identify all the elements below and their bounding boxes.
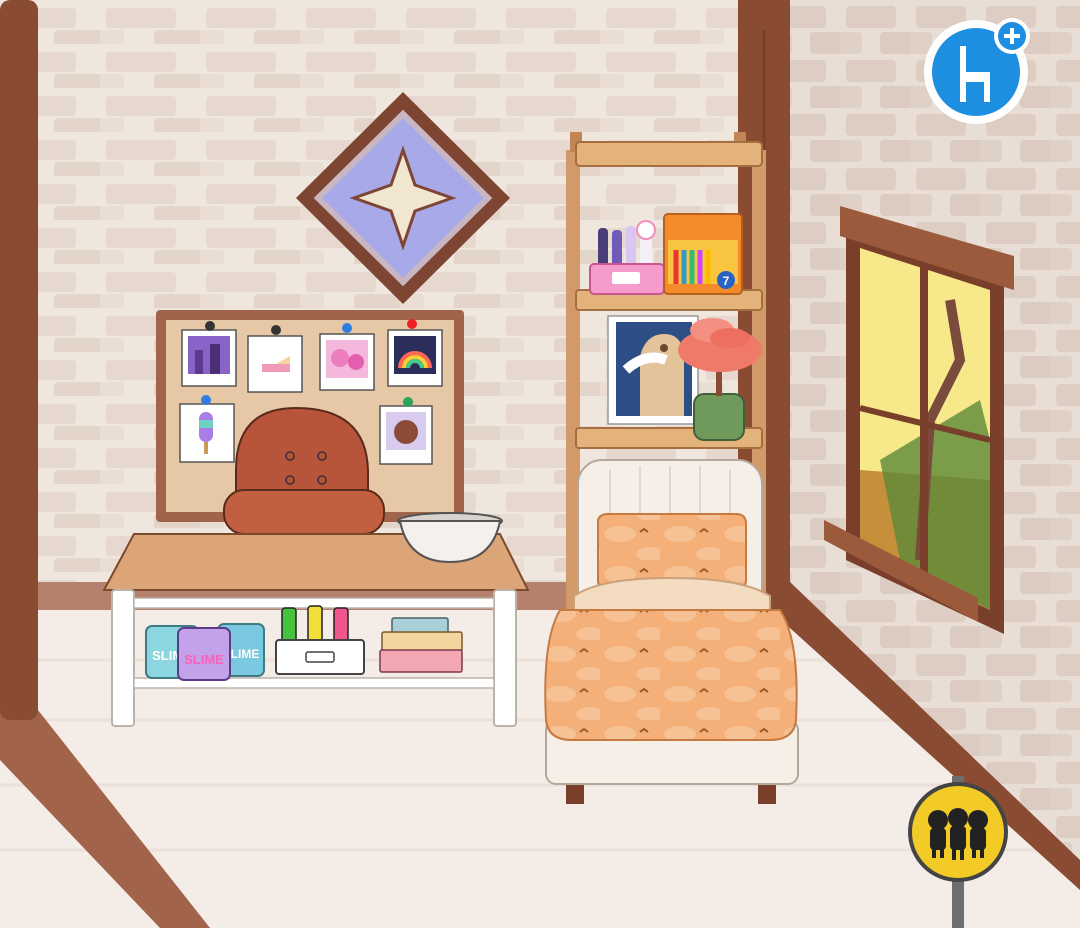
furniture-button[interactable] bbox=[920, 16, 1032, 128]
left-post bbox=[0, 0, 38, 720]
crayon-box[interactable]: 7 bbox=[663, 213, 743, 295]
crayon-count-label: 7 bbox=[723, 274, 730, 288]
photo-friend[interactable] bbox=[379, 397, 433, 465]
bed[interactable] bbox=[544, 459, 799, 804]
three-people-icon bbox=[908, 782, 1008, 882]
llama-poster[interactable] bbox=[607, 315, 699, 425]
slime-jar-label-2: SLIME bbox=[184, 652, 224, 667]
slime-jars[interactable]: SLIME SLIME SLIME bbox=[145, 623, 265, 681]
photo-city[interactable] bbox=[181, 321, 237, 387]
characters-button[interactable] bbox=[906, 780, 1010, 884]
chair-plus-icon bbox=[924, 18, 1030, 124]
photo-popsicle[interactable] bbox=[179, 395, 235, 463]
